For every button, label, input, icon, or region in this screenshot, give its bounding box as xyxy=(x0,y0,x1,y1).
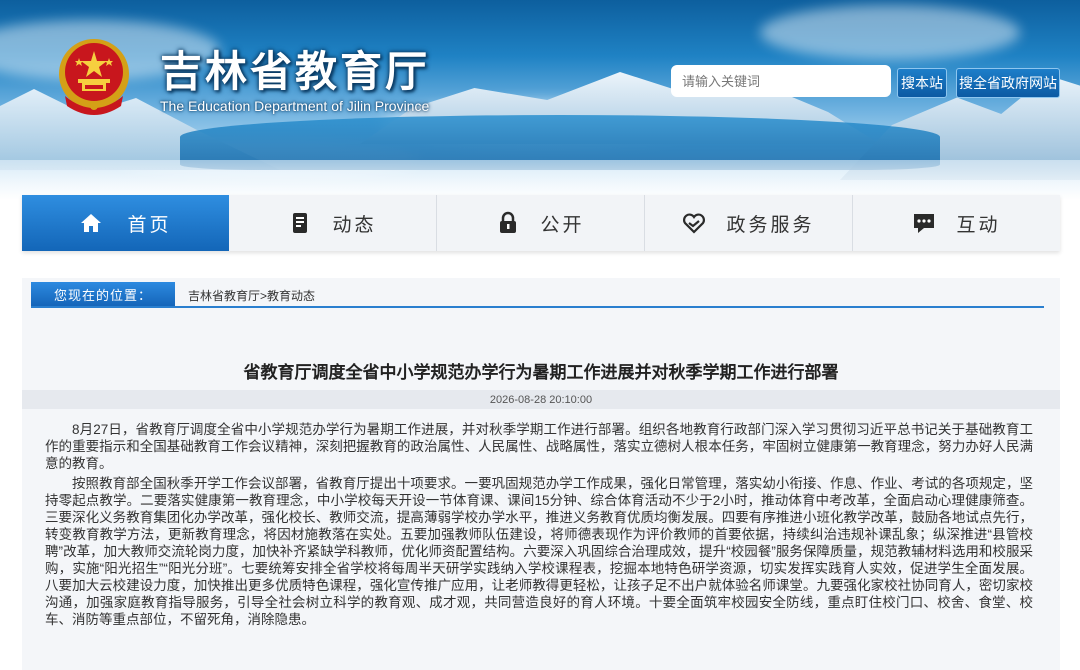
article-title: 省教育厅调度全省中小学规范办学行为暑期工作进展并对秋季学期工作进行部署 xyxy=(243,363,839,382)
nav-item-label: 公开 xyxy=(540,214,585,236)
nav-item-interact[interactable]: 互动 xyxy=(853,195,1060,251)
article-meta: 2026-08-28 20:10:00 xyxy=(22,390,1060,409)
search-site-button[interactable]: 搜本站 xyxy=(897,68,947,98)
header-banner: 吉林省教育厅 The Education Department of Jilin… xyxy=(0,0,1080,200)
news-icon xyxy=(293,213,308,233)
search-gov-button[interactable]: 搜全省政府网站 xyxy=(956,68,1060,98)
site-title: 吉林省教育厅 xyxy=(160,47,431,96)
article-body: 8月27日，省教育厅调度全省中小学规范办学行为暑期工作进展，并对秋季学期工作进行… xyxy=(45,421,1033,631)
nav-item-label: 互动 xyxy=(956,214,1001,236)
search-input[interactable] xyxy=(671,65,891,97)
article-paragraph: 按照教育部全国秋季开学工作会议部署，省教育厅提出十项要求。一要巩固规范办学工作成… xyxy=(45,476,1033,627)
breadcrumb-path: 吉林省教育厅>教育动态 xyxy=(188,287,315,304)
breadcrumb-home-link[interactable]: 吉林省教育厅 xyxy=(188,289,260,303)
breadcrumb-label: 您现在的位置： xyxy=(31,282,175,306)
nav-item-news[interactable]: 动态 xyxy=(229,195,437,251)
home-icon xyxy=(81,214,102,232)
nav-item-open[interactable]: 公开 xyxy=(437,195,645,251)
nav-item-home[interactable]: 首页 xyxy=(22,195,229,251)
nav-item-label: 动态 xyxy=(332,214,377,236)
breadcrumb-current-link[interactable]: 教育动态 xyxy=(267,289,315,303)
lock-icon xyxy=(500,211,517,233)
breadcrumb xyxy=(22,278,1060,308)
national-emblem-icon xyxy=(59,39,129,115)
breadcrumb-separator: > xyxy=(260,289,268,303)
main-nav: 首页 动态 公开 政务服务 互动 xyxy=(22,195,1060,251)
nav-item-label: 首页 xyxy=(127,214,172,236)
handshake-icon xyxy=(683,213,706,234)
site-subtitle: The Education Department of Jilin Provin… xyxy=(160,98,430,114)
article-datetime: 2026-08-28 20:10:00 xyxy=(489,393,593,406)
article-paragraph: 8月27日，省教育厅调度全省中小学规范办学行为暑期工作进展，并对秋季学期工作进行… xyxy=(45,422,1033,471)
nav-item-label: 政务服务 xyxy=(726,214,815,236)
chat-icon xyxy=(914,214,935,233)
nav-item-services[interactable]: 政务服务 xyxy=(645,195,853,251)
